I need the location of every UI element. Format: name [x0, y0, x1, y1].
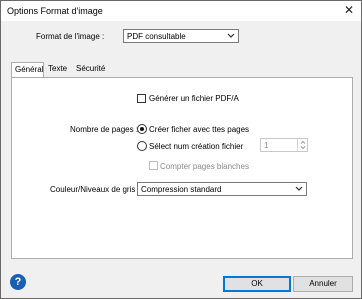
page-count-value: 1 — [264, 141, 269, 150]
radio-selected-dot — [140, 127, 144, 131]
count-blank-pages-checkbox[interactable] — [149, 161, 158, 170]
pages-label: Nombre de pages : — [70, 125, 139, 134]
tab-general[interactable]: Général — [11, 62, 44, 77]
radio-select-number-label: Sélect num création fichier — [149, 142, 244, 151]
stepper-arrows[interactable] — [297, 139, 307, 151]
page-count-stepper[interactable]: 1 — [260, 138, 308, 152]
format-select-value: PDF consultable — [127, 32, 186, 41]
color-label: Couleur/Niveaux de gris : — [50, 185, 140, 194]
tab-security[interactable]: Sécurité — [73, 63, 109, 76]
title-bar: Options Format d'image ✕ — [1, 1, 361, 21]
format-select[interactable]: PDF consultable — [123, 29, 239, 43]
cancel-button[interactable]: Annuler — [293, 276, 353, 292]
general-panel: Générer un fichier PDF/A Nombre de pages… — [11, 77, 353, 259]
radio-all-pages-label: Créer ficher avec ttes pages — [149, 125, 250, 134]
generate-pdfa-label: Générer un fichier PDF/A — [149, 94, 239, 103]
color-select-value: Compression standard — [141, 185, 222, 194]
color-select[interactable]: Compression standard — [137, 182, 307, 196]
radio-all-pages[interactable] — [137, 124, 147, 134]
stepper-up-down-icon — [300, 140, 306, 150]
generate-pdfa-checkbox[interactable] — [137, 94, 146, 103]
ok-button[interactable]: OK — [223, 276, 291, 292]
tab-text[interactable]: Texte — [45, 63, 73, 76]
chevron-down-icon — [227, 33, 235, 38]
count-blank-pages-label: Compter pages blanches — [160, 162, 249, 171]
dialog-window: Options Format d'image ✕ Format de l'ima… — [0, 0, 362, 299]
chevron-down-icon — [295, 186, 303, 191]
format-label: Format de l'image : — [36, 32, 105, 41]
close-icon[interactable]: ✕ — [343, 4, 355, 16]
window-title: Options Format d'image — [7, 6, 103, 16]
help-icon[interactable]: ? — [10, 274, 26, 290]
radio-select-number[interactable] — [137, 141, 147, 151]
